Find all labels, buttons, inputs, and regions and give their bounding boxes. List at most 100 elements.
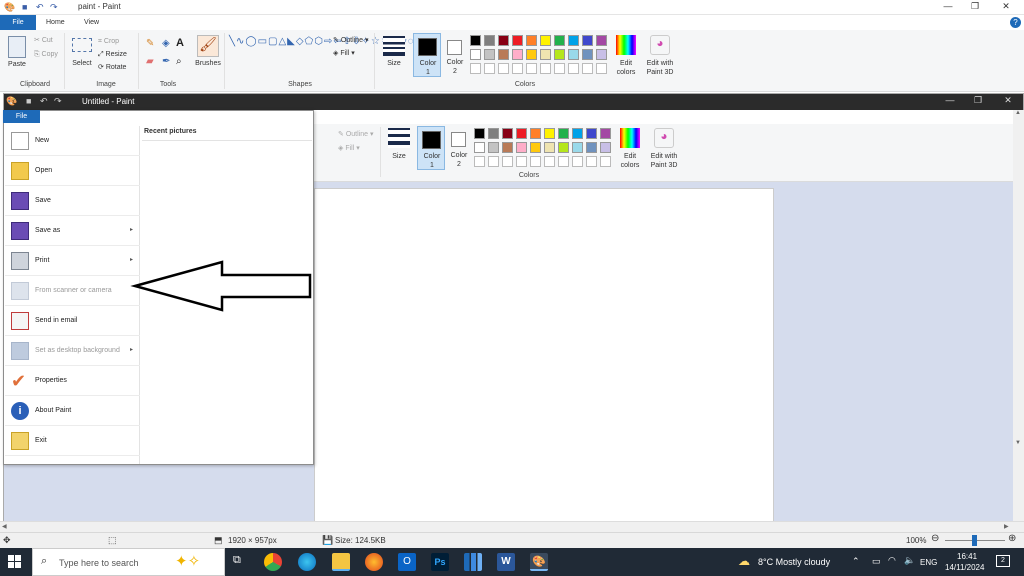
color-swatch[interactable]	[470, 49, 481, 60]
tab-home[interactable]: Home	[46, 19, 65, 26]
color-swatch[interactable]	[474, 142, 485, 153]
edit-colors-button[interactable]: Edit colors	[612, 59, 640, 77]
scroll-left-icon[interactable]: ◀	[2, 523, 7, 530]
resize-button[interactable]: ⤢ Resize	[98, 50, 127, 59]
color-swatch[interactable]	[586, 142, 597, 153]
custom-color-slot[interactable]	[526, 63, 537, 74]
file-menu-item-properties[interactable]: ✔ Properties	[5, 366, 140, 396]
color-swatch[interactable]	[544, 128, 555, 139]
custom-color-slot[interactable]	[474, 156, 485, 167]
zoom-slider-thumb[interactable]	[972, 535, 977, 546]
custom-color-slot[interactable]	[530, 156, 541, 167]
file-menu-item-about-paint[interactable]: i About Paint	[5, 396, 140, 426]
paint-3d-icon[interactable]: ◕	[650, 35, 670, 55]
color-swatch[interactable]	[596, 49, 607, 60]
custom-color-slot[interactable]	[498, 63, 509, 74]
color-swatch[interactable]	[484, 35, 495, 46]
firefox-icon[interactable]	[365, 553, 383, 571]
cut-button[interactable]: ✂ Cut	[34, 36, 53, 45]
save-quick-icon[interactable]: ■	[26, 96, 31, 106]
tray-expand-icon[interactable]: ⌃	[852, 556, 860, 567]
color-swatch[interactable]	[530, 142, 541, 153]
analytics-icon[interactable]	[464, 553, 482, 571]
pencil-icon[interactable]: ✎	[146, 38, 154, 49]
scroll-down-icon[interactable]: ▼	[1015, 440, 1021, 446]
edge-icon[interactable]	[298, 553, 316, 571]
fill-dropdown[interactable]: ◈ Fill ▾	[333, 49, 355, 58]
size-button[interactable]: Size	[381, 59, 407, 68]
undo-icon[interactable]: ↶	[40, 96, 48, 107]
color-swatch[interactable]	[512, 35, 523, 46]
outlook-icon[interactable]: O	[398, 553, 416, 571]
color2-button[interactable]: Color 2	[448, 126, 470, 170]
word-icon[interactable]: W	[497, 553, 515, 571]
color-swatch[interactable]	[502, 128, 513, 139]
color-swatch[interactable]	[530, 128, 541, 139]
clock-date[interactable]: 14/11/2024	[945, 563, 984, 572]
rotate-button[interactable]: ⟳ Rotate	[98, 63, 126, 72]
notifications-button[interactable]: 2	[996, 555, 1010, 567]
minimize-button[interactable]: —	[938, 95, 962, 105]
file-explorer-icon[interactable]	[332, 553, 350, 571]
select-button[interactable]: Select	[68, 59, 96, 68]
paste-icon[interactable]	[8, 36, 26, 58]
redo-icon[interactable]: ↷	[50, 2, 58, 13]
custom-color-slot[interactable]	[554, 63, 565, 74]
magnifier-icon[interactable]: ⌕	[176, 56, 182, 67]
fill-dropdown[interactable]: ◈ Fill ▾	[338, 144, 360, 153]
edit-with-paint3d-button[interactable]: Edit with Paint 3D	[644, 152, 684, 170]
save-quick-icon[interactable]: ■	[22, 2, 27, 12]
color-swatch[interactable]	[526, 49, 537, 60]
custom-color-slot[interactable]	[558, 156, 569, 167]
shapes-gallery[interactable]: ╲∿◯▭▢△◣◇⬠⬡⇨⇦⇧⇩✧☆✶▱▱◌⌂	[229, 35, 421, 75]
clock-time[interactable]: 16:41	[957, 552, 977, 561]
horizontal-scrollbar[interactable]: ◀ ▶	[0, 521, 1024, 532]
color-swatch[interactable]	[586, 128, 597, 139]
maximize-button[interactable]: ❐	[966, 95, 990, 106]
color-swatch[interactable]	[568, 35, 579, 46]
color-swatch[interactable]	[554, 35, 565, 46]
edit-colors-icon[interactable]	[616, 35, 636, 55]
text-tool-icon[interactable]: A	[176, 37, 184, 49]
file-menu-item-new[interactable]: New	[5, 126, 140, 156]
color-swatch[interactable]	[558, 128, 569, 139]
edit-colors-icon[interactable]	[620, 128, 640, 148]
language-indicator[interactable]: ENG	[920, 558, 937, 567]
color-swatch[interactable]	[516, 128, 527, 139]
crop-button[interactable]: ⌗ Crop	[98, 37, 119, 46]
brushes-button[interactable]: Brushes	[193, 59, 223, 68]
custom-color-slot[interactable]	[572, 156, 583, 167]
drawing-canvas[interactable]	[314, 188, 774, 522]
custom-color-slot[interactable]	[502, 156, 513, 167]
scroll-right-icon[interactable]: ▶	[1004, 523, 1009, 530]
edit-with-paint3d-button[interactable]: Edit with Paint 3D	[640, 59, 680, 77]
custom-color-slot[interactable]	[516, 156, 527, 167]
outline-dropdown[interactable]: ✎ Outline ▾	[333, 36, 368, 45]
tab-view[interactable]: View	[84, 19, 99, 26]
color-palette[interactable]	[472, 126, 622, 172]
close-button[interactable]: ✕	[996, 95, 1020, 106]
color-swatch[interactable]	[582, 49, 593, 60]
color-swatch[interactable]	[488, 142, 499, 153]
taskbar-search[interactable]: ⌕ Type here to search ✦✧	[32, 548, 225, 576]
color-swatch[interactable]	[540, 49, 551, 60]
color-picker-icon[interactable]: ✒	[162, 56, 170, 67]
custom-color-slot[interactable]	[586, 156, 597, 167]
size-icon[interactable]	[388, 128, 410, 148]
custom-color-slot[interactable]	[470, 63, 481, 74]
color-swatch[interactable]	[596, 35, 607, 46]
color-swatch[interactable]	[512, 49, 523, 60]
color-palette[interactable]	[468, 33, 618, 79]
custom-color-slot[interactable]	[568, 63, 579, 74]
color-swatch[interactable]	[600, 142, 611, 153]
wifi-icon[interactable]: ◠	[888, 555, 896, 566]
color-swatch[interactable]	[498, 49, 509, 60]
file-menu-item-save-as[interactable]: Save as ▸	[5, 216, 140, 246]
fill-bucket-icon[interactable]: ◈	[162, 38, 170, 49]
file-menu-item-print[interactable]: Print ▸	[5, 246, 140, 276]
color-swatch[interactable]	[498, 35, 509, 46]
color-swatch[interactable]	[572, 128, 583, 139]
color-swatch[interactable]	[600, 128, 611, 139]
color-swatch[interactable]	[526, 35, 537, 46]
color-swatch[interactable]	[572, 142, 583, 153]
